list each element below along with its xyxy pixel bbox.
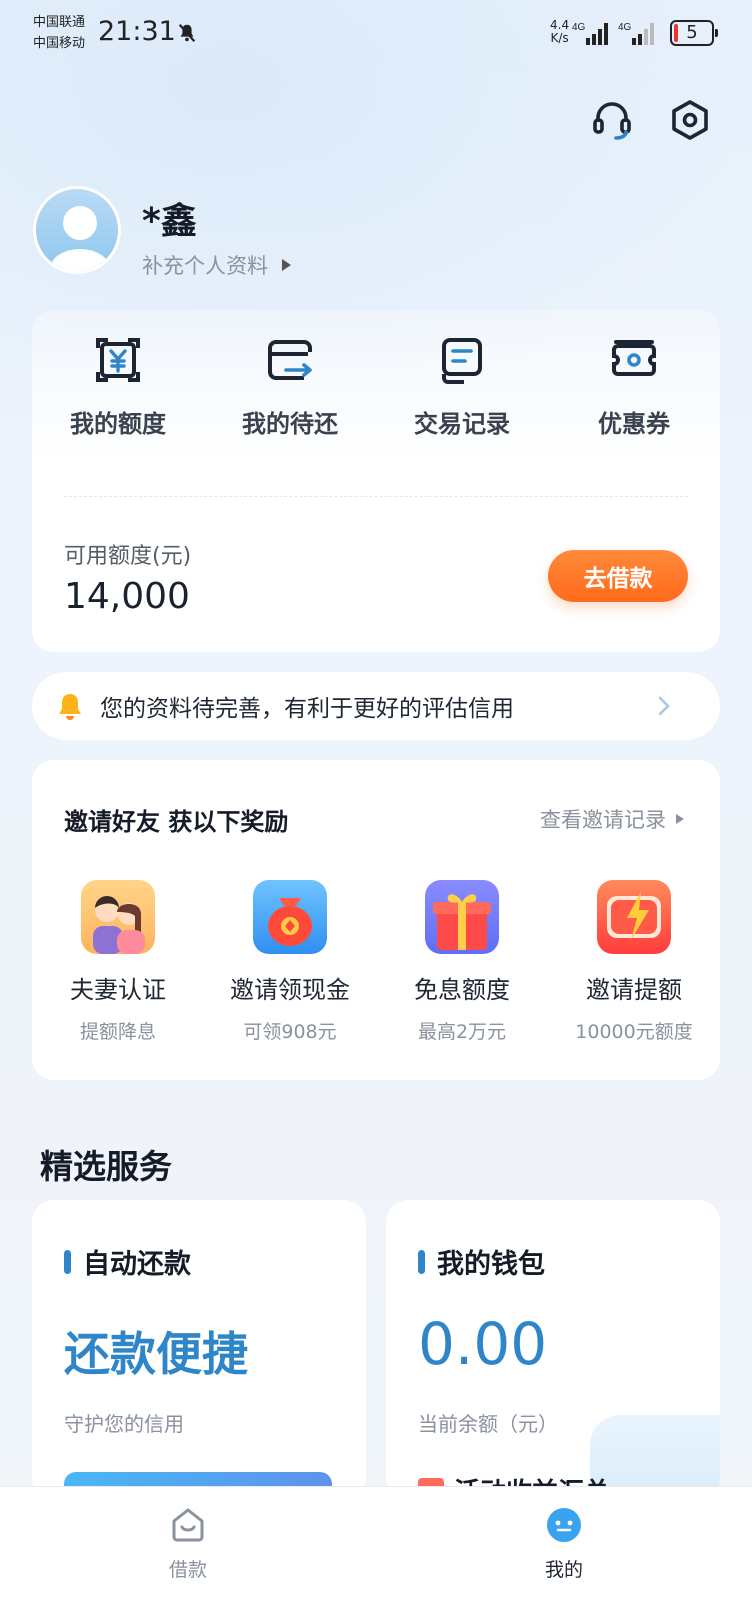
signal-1-icon: 4G — [572, 22, 608, 45]
settings-icon[interactable] — [668, 98, 712, 142]
complete-profile-link[interactable]: 补充个人资料 — [142, 250, 291, 280]
complete-profile-label: 补充个人资料 — [142, 254, 268, 278]
auto-repay-title: 自动还款 — [83, 1249, 191, 1280]
invite-rewards: 夫妻认证 提额降息 邀请领现金 可领908元 免息额度 最高2万元 邀请提额 1… — [32, 880, 720, 1044]
borrow-button[interactable]: 去借款 — [548, 550, 688, 602]
reward-cash-name: 邀请领现金 — [230, 976, 350, 1004]
quick-action-repay[interactable]: 我的待还 — [204, 334, 376, 439]
services-section-title: 精选服务 — [40, 1147, 172, 1186]
network-type-label-1: 4G — [572, 22, 586, 33]
header-actions — [590, 98, 712, 142]
reward-boost-sub: 10000元额度 — [575, 1021, 693, 1043]
tab-mine[interactable]: 我的 — [376, 1487, 752, 1600]
quick-action-repay-label: 我的待还 — [242, 410, 338, 438]
divider — [64, 496, 688, 497]
boost-icon — [597, 880, 671, 954]
bottom-tab-bar: 借款 我的 — [0, 1486, 752, 1600]
yuan-quota-icon — [96, 338, 140, 382]
wallet-title: 我的钱包 — [437, 1249, 545, 1280]
record-icon — [442, 338, 482, 384]
notice-text: 您的资料待完善，有利于更好的评估信用 — [100, 696, 514, 722]
clock: 21:31 — [98, 16, 176, 47]
auto-repay-desc: 守护您的信用 — [64, 1412, 184, 1436]
reward-cash-sub: 可领908元 — [243, 1021, 337, 1043]
triangle-right-icon — [676, 814, 684, 824]
user-name: *鑫 — [142, 201, 197, 242]
battery-icon: 5 — [670, 20, 718, 46]
available-credit-label: 可用额度(元) — [64, 544, 192, 569]
card-repay-icon — [268, 340, 312, 380]
carrier-names: 中国联通 中国移动 — [33, 12, 85, 54]
network-type-label-2: 4G — [618, 22, 632, 33]
invite-record-label: 查看邀请记录 — [540, 808, 666, 832]
reward-boost[interactable]: 邀请提额 10000元额度 — [548, 880, 720, 1044]
wallet-header: 我的钱包 — [418, 1242, 545, 1281]
avatar[interactable] — [33, 186, 121, 274]
reward-couple-name: 夫妻认证 — [70, 976, 166, 1004]
auto-repay-card[interactable]: 自动还款 还款便捷 守护您的信用 — [32, 1200, 366, 1500]
couple-icon — [81, 880, 155, 954]
carrier-1: 中国联通 — [33, 15, 86, 30]
chevron-right-icon — [658, 696, 670, 716]
quick-action-records[interactable]: 交易记录 — [376, 334, 548, 439]
signal-2-icon: 4G — [618, 22, 654, 45]
coupon-icon — [612, 340, 656, 376]
wallet-card[interactable]: 我的钱包 0.00 当前余额（元） 活动收益汇总 — [386, 1200, 720, 1500]
account-card: 我的额度 我的待还 交易记录 优惠券 可用额度(元) 14,000 去借款 — [32, 310, 720, 652]
wallet-balance-label: 当前余额（元） — [418, 1412, 558, 1436]
reward-couple-sub: 提额降息 — [79, 1021, 156, 1043]
profile-notice-banner[interactable]: 您的资料待完善，有利于更好的评估信用 — [32, 672, 720, 740]
reward-boost-name: 邀请提额 — [586, 976, 682, 1004]
battery-level: 5 — [686, 22, 698, 43]
gift-box-icon — [425, 880, 499, 954]
headset-icon[interactable] — [590, 98, 634, 142]
bell-muted-icon — [178, 24, 196, 42]
net-speed: 4.4 K/s — [550, 19, 569, 45]
triangle-right-icon — [282, 259, 291, 271]
quick-action-coupon-label: 优惠券 — [598, 410, 670, 438]
accent-bar — [64, 1249, 71, 1274]
quick-action-quota[interactable]: 我的额度 — [32, 334, 204, 439]
invite-title: 邀请好友 获以下奖励 — [64, 808, 289, 836]
mine-face-icon — [547, 1508, 581, 1542]
invite-record-link[interactable]: 查看邀请记录 — [540, 804, 684, 834]
wallet-balance: 0.00 — [418, 1310, 548, 1378]
net-speed-unit: K/s — [550, 31, 569, 45]
tab-borrow[interactable]: 借款 — [0, 1487, 376, 1600]
bell-icon — [59, 694, 81, 720]
auto-repay-headline: 还款便捷 — [64, 1327, 248, 1381]
available-credit-value: 14,000 — [64, 576, 190, 617]
money-bag-icon — [253, 880, 327, 954]
tab-mine-label: 我的 — [544, 1559, 583, 1581]
quick-actions: 我的额度 我的待还 交易记录 优惠券 — [32, 334, 720, 439]
reward-cash[interactable]: 邀请领现金 可领908元 — [204, 880, 376, 1044]
quick-action-quota-label: 我的额度 — [70, 410, 166, 438]
tab-borrow-label: 借款 — [168, 1559, 207, 1581]
reward-interest-free[interactable]: 免息额度 最高2万元 — [376, 880, 548, 1044]
auto-repay-header: 自动还款 — [64, 1242, 191, 1281]
quick-action-coupon[interactable]: 优惠券 — [548, 334, 720, 439]
borrow-house-icon — [172, 1508, 204, 1542]
reward-interest-free-sub: 最高2万元 — [417, 1021, 507, 1043]
reward-couple[interactable]: 夫妻认证 提额降息 — [32, 880, 204, 1044]
reward-interest-free-name: 免息额度 — [414, 976, 510, 1004]
quick-action-records-label: 交易记录 — [414, 410, 510, 438]
status-bar: 中国联通 中国移动 21:31 4.4 K/s 4G 4G 5 — [0, 0, 752, 70]
invite-card: 邀请好友 获以下奖励 查看邀请记录 夫妻认证 提额降息 邀请领现金 可领908元… — [32, 760, 720, 1080]
accent-bar — [418, 1249, 425, 1274]
carrier-2: 中国移动 — [33, 36, 86, 51]
